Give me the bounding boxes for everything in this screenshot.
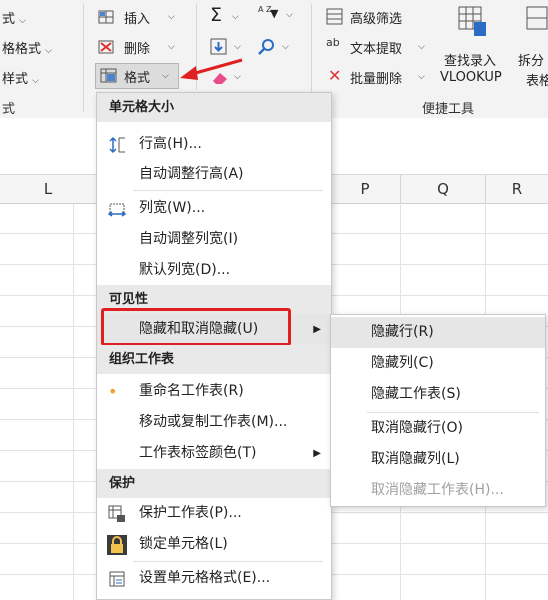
lock-icon <box>107 535 127 555</box>
search-icon <box>258 39 274 55</box>
chevron-down-icon: ⌵ <box>282 42 289 52</box>
move-copy-sheet-label: 移动或复制工作表(M)... <box>139 414 288 430</box>
vlookup-button[interactable]: 查找录入 VLOOKUP <box>440 4 512 86</box>
delete-icon <box>98 40 114 54</box>
format-label: 格式 <box>124 71 151 86</box>
batch-delete-button[interactable]: ✕ 批量删除 ⌵ <box>326 66 434 90</box>
format-icon <box>100 68 117 83</box>
sort-filter-button[interactable]: A Z ▼ ⌵ <box>258 6 298 30</box>
table-filter-icon <box>326 8 343 25</box>
protect-sheet-icon <box>108 505 125 522</box>
menu-item-autofit-row[interactable]: 自动调整行高(A) <box>97 159 331 190</box>
split-table-button[interactable]: 拆分 表格 <box>518 4 548 89</box>
menu-separator <box>133 561 323 562</box>
ribbon-separator <box>83 4 84 112</box>
menu-item-tab-color[interactable]: 工作表标签颜色(T) ▶ <box>97 438 331 469</box>
section-cell-size: 单元格大小 <box>97 93 331 122</box>
filter-icon: ▼ <box>270 7 279 20</box>
find-button[interactable]: ⌵ <box>258 36 298 60</box>
menu-item-column-width[interactable]: 列宽(W)... <box>97 193 331 224</box>
bullet-dot-icon: • <box>108 382 118 401</box>
vlookup-label-line1: 查找录入 <box>444 54 497 69</box>
column-header-Q[interactable]: Q <box>401 175 486 204</box>
menu-item-move-copy-sheet[interactable]: 移动或复制工作表(M)... <box>97 407 331 438</box>
submenu-arrow-icon: ▶ <box>313 448 321 459</box>
table-lookup-icon <box>458 6 486 36</box>
text-extract-label: 文本提取 <box>350 42 403 57</box>
menu-separator <box>133 190 323 191</box>
annotation-highlight-box <box>101 308 291 346</box>
column-width-icon <box>107 203 127 217</box>
text-extract-button[interactable]: ab 文本提取 ⌵ <box>326 36 434 60</box>
insert-icon <box>98 10 114 24</box>
menu-item-protect-sheet[interactable]: 保护工作表(P)... <box>97 498 331 529</box>
autosum-button[interactable]: Σ ⌵ <box>210 4 250 30</box>
ribbon-left-item-2[interactable]: 格格式 ⌵ <box>2 38 52 57</box>
split-label-line2: 表格 <box>526 74 548 89</box>
section-organize-sheets: 组织工作表 <box>97 345 331 374</box>
format-button[interactable]: 格式 ⌵ <box>95 63 179 89</box>
submenu-item-hide-sheet[interactable]: 隐藏工作表(S) <box>331 379 545 410</box>
batch-delete-label: 批量删除 <box>350 72 403 87</box>
close-icon: ✕ <box>328 66 342 85</box>
submenu-item-unhide-rows[interactable]: 取消隐藏行(O) <box>331 413 545 444</box>
format-cells-label: 设置单元格格式(E)... <box>139 570 271 586</box>
advanced-filter-label: 高级筛选 <box>350 12 403 27</box>
format-dropdown-menu: 单元格大小 行高(H)... 自动调整行高(A) 列宽(W)... 自动调整列宽… <box>96 92 332 600</box>
sort-icon: A Z <box>258 5 272 14</box>
column-header-P[interactable]: P <box>330 175 401 204</box>
submenu-item-hide-columns[interactable]: 隐藏列(C) <box>331 348 545 379</box>
default-width-label: 默认列宽(D)... <box>139 262 231 278</box>
chevron-down-icon: ⌵ <box>232 12 239 22</box>
split-table-icon <box>526 6 548 30</box>
menu-item-default-width[interactable]: 默认列宽(D)... <box>97 255 331 286</box>
lock-cell-label: 锁定单元格(L) <box>139 536 228 552</box>
chevron-down-icon: ⌵ <box>162 71 169 81</box>
chevron-down-icon: ⌵ <box>234 42 241 52</box>
menu-item-lock-cell[interactable]: 锁定单元格(L) <box>97 529 331 560</box>
column-width-label: 列宽(W)... <box>139 200 206 216</box>
menu-item-rename-sheet[interactable]: • 重命名工作表(R) <box>97 376 331 407</box>
submenu-item-hide-rows[interactable]: 隐藏行(R) <box>331 317 545 348</box>
chevron-down-icon: ⌵ <box>168 12 175 22</box>
section-protect: 保护 <box>97 469 331 498</box>
chevron-down-icon: ⌵ <box>168 42 175 52</box>
submenu-item-unhide-columns[interactable]: 取消隐藏列(L) <box>331 444 545 475</box>
group-label-convenient-tools: 便捷工具 <box>422 102 475 117</box>
chevron-down-icon: ⌵ <box>418 72 425 82</box>
menu-item-format-cells[interactable]: 设置单元格格式(E)... <box>97 563 331 594</box>
text-extract-icon: ab <box>326 36 340 49</box>
split-label-line1: 拆分 <box>518 54 545 69</box>
row-height-icon <box>109 136 125 154</box>
ribbon-left-item-3[interactable]: 样式 ⌵ <box>2 68 39 87</box>
delete-button[interactable]: 删除 ⌵ <box>98 36 182 60</box>
format-cells-icon <box>109 571 125 587</box>
advanced-filter-button[interactable]: 高级筛选 <box>326 6 426 30</box>
chevron-down-icon: ⌵ <box>286 10 293 20</box>
submenu-item-unhide-sheet: 取消隐藏工作表(H)... <box>371 482 504 498</box>
autofit-column-label: 自动调整列宽(I) <box>139 231 239 247</box>
insert-button[interactable]: 插入 ⌵ <box>98 6 182 30</box>
rename-sheet-label: 重命名工作表(R) <box>139 383 244 399</box>
submenu-arrow-icon: ▶ <box>313 324 321 335</box>
chevron-down-icon: ⌵ <box>418 42 425 52</box>
hide-unhide-submenu: 隐藏行(R) 隐藏列(C) 隐藏工作表(S) 取消隐藏行(O) 取消隐藏列(L)… <box>330 314 546 507</box>
row-height-label: 行高(H)... <box>139 136 202 152</box>
ribbon-left-item-1[interactable]: 式 ⌵ <box>2 8 26 27</box>
protect-sheet-label: 保护工作表(P)... <box>139 505 242 521</box>
column-header-R[interactable]: R <box>486 175 548 204</box>
sigma-icon: Σ <box>210 4 223 26</box>
insert-label: 插入 <box>124 12 151 27</box>
ribbon-left-group-label: 式 <box>2 102 16 117</box>
annotation-arrow <box>180 58 243 80</box>
autofit-row-label: 自动调整行高(A) <box>139 166 244 182</box>
tab-color-label: 工作表标签颜色(T) <box>139 445 257 461</box>
vlookup-label-line2: VLOOKUP <box>440 70 502 85</box>
menu-item-autofit-column[interactable]: 自动调整列宽(I) <box>97 224 331 255</box>
column-header-L[interactable]: L <box>0 175 97 204</box>
delete-label: 删除 <box>124 42 151 57</box>
grid-line <box>73 203 74 600</box>
menu-item-row-height[interactable]: 行高(H)... <box>97 129 331 160</box>
